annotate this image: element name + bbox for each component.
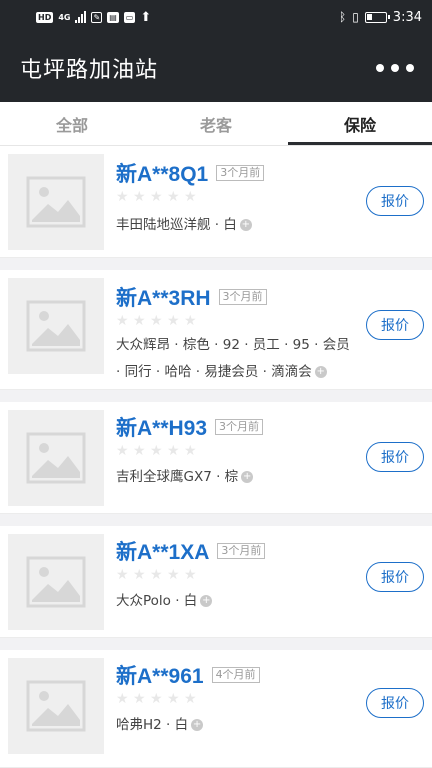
rating-stars: ★ ★ ★ ★ ★ <box>116 444 198 458</box>
star-icon: ★ <box>167 567 180 583</box>
quote-button[interactable]: 报价 <box>366 442 424 472</box>
star-icon: ★ <box>184 313 197 329</box>
rating-stars: ★ ★ ★ ★ ★ <box>116 568 198 582</box>
vehicle-desc: 哈弗H2 · 白 + <box>116 712 356 739</box>
notification-icon: ▤ <box>107 11 119 23</box>
vehicle-desc-text: 大众Polo · 白 <box>116 593 198 609</box>
vehicle-desc: 吉利全球鹰GX7 · 棕 + <box>116 464 356 491</box>
image-placeholder-icon <box>8 154 104 250</box>
vehicle-desc: 丰田陆地巡洋舰 · 白 + <box>116 212 356 239</box>
tab-returning-customers[interactable]: 老客 <box>144 102 288 145</box>
star-icon: ★ <box>184 443 197 459</box>
signal-icon <box>75 11 87 23</box>
list-item[interactable]: 新A**961 4个月前 ★ ★ ★ ★ ★ 哈弗H2 · 白 + 报价 <box>0 650 432 768</box>
quote-button[interactable]: 报价 <box>366 310 424 340</box>
quote-button[interactable]: 报价 <box>366 562 424 592</box>
status-time: 3:34 <box>392 9 422 25</box>
rating-stars: ★ ★ ★ ★ ★ <box>116 190 198 204</box>
plate-row: 新A**H93 3个月前 <box>116 412 264 442</box>
star-icon: ★ <box>116 567 129 583</box>
star-icon: ★ <box>116 313 129 329</box>
plus-icon[interactable]: + <box>191 719 204 731</box>
vehicle-desc: 大众辉昂 · 棕色 · 92 · 员工 · 95 · 会员 · 同行 · 哈哈 … <box>116 332 356 386</box>
vpn-icon: ▭ <box>123 11 136 23</box>
tab-bar: 全部 老客 保险 <box>0 102 432 146</box>
star-icon: ★ <box>116 691 129 707</box>
hd-badge: HD <box>36 11 54 23</box>
plate-number: 新A**3RH <box>116 287 211 310</box>
image-placeholder-icon <box>8 278 104 374</box>
star-icon: ★ <box>133 567 146 583</box>
plate-number: 新A**1XA <box>116 541 210 564</box>
star-icon: ★ <box>133 189 146 205</box>
plus-icon[interactable]: + <box>241 471 254 483</box>
star-icon: ★ <box>150 443 163 459</box>
quote-button[interactable]: 报价 <box>366 186 424 216</box>
list-item[interactable]: 新A**H93 3个月前 ★ ★ ★ ★ ★ 吉利全球鹰GX7 · 棕 + 报价 <box>0 402 432 514</box>
plate-number: 新A**H93 <box>116 417 208 440</box>
tab-all[interactable]: 全部 <box>0 102 144 145</box>
star-icon: ★ <box>150 313 163 329</box>
plate-row: 新A**8Q1 3个月前 <box>116 158 265 188</box>
status-right: ᛒ ▯ 3:34 <box>339 10 422 25</box>
quote-button[interactable]: 报价 <box>366 688 424 718</box>
star-icon: ★ <box>133 691 146 707</box>
star-icon: ★ <box>184 189 197 205</box>
star-icon: ★ <box>116 189 129 205</box>
vehicle-desc-text: 丰田陆地巡洋舰 · 白 <box>116 217 237 233</box>
more-dots-icon[interactable] <box>376 64 414 72</box>
star-icon: ★ <box>167 313 180 329</box>
list-item[interactable]: 新A**8Q1 3个月前 ★ ★ ★ ★ ★ 丰田陆地巡洋舰 · 白 + 报价 <box>0 146 432 258</box>
tab-insurance[interactable]: 保险 <box>288 102 432 145</box>
page-title: 屯坪路加油站 <box>20 58 159 83</box>
network-badge: 4G <box>58 12 71 22</box>
image-placeholder-icon <box>8 658 104 754</box>
time-tag: 4个月前 <box>211 667 260 683</box>
star-icon: ★ <box>133 313 146 329</box>
star-icon: ★ <box>167 691 180 707</box>
star-icon: ★ <box>184 567 197 583</box>
star-icon: ★ <box>150 189 163 205</box>
star-icon: ★ <box>116 443 129 459</box>
list-item[interactable]: 新A**1XA 3个月前 ★ ★ ★ ★ ★ 大众Polo · 白 + 报价 <box>0 526 432 638</box>
star-icon: ★ <box>167 443 180 459</box>
battery-icon <box>364 11 390 23</box>
star-icon: ★ <box>167 189 180 205</box>
vehicle-desc-text: 哈弗H2 · 白 <box>116 717 189 733</box>
status-left: HD 4G ✎ ▤ ▭ ⬆ <box>36 10 151 25</box>
rating-stars: ★ ★ ★ ★ ★ <box>116 314 198 328</box>
time-tag: 3个月前 <box>215 419 264 435</box>
title-bar: 屯坪路加油站 <box>0 34 432 102</box>
star-icon: ★ <box>184 691 197 707</box>
time-tag: 3个月前 <box>218 289 267 305</box>
plate-number: 新A**961 <box>116 665 204 688</box>
plate-row: 新A**961 4个月前 <box>116 660 260 690</box>
plate-row: 新A**3RH 3个月前 <box>116 282 267 312</box>
plus-icon[interactable]: + <box>200 595 213 607</box>
rating-stars: ★ ★ ★ ★ ★ <box>116 692 198 706</box>
time-tag: 3个月前 <box>216 165 265 181</box>
star-icon: ★ <box>150 567 163 583</box>
vibrate-icon: ▯ <box>352 10 359 24</box>
plus-icon[interactable]: + <box>314 366 327 378</box>
star-icon: ★ <box>133 443 146 459</box>
status-bar: HD 4G ✎ ▤ ▭ ⬆ ᛒ ▯ 3:34 <box>0 0 432 34</box>
vehicle-desc-text: 吉利全球鹰GX7 · 棕 <box>116 469 239 485</box>
time-tag: 3个月前 <box>217 543 266 559</box>
plus-icon[interactable]: + <box>239 219 252 231</box>
edit-icon: ✎ <box>91 11 103 23</box>
image-placeholder-icon <box>8 534 104 630</box>
upload-icon: ⬆ <box>140 9 152 25</box>
plate-number: 新A**8Q1 <box>116 163 209 186</box>
plate-row: 新A**1XA 3个月前 <box>116 536 266 566</box>
list-item[interactable]: 新A**3RH 3个月前 ★ ★ ★ ★ ★ 大众辉昂 · 棕色 · 92 · 员工 ·… <box>0 270 432 390</box>
vehicle-desc: 大众Polo · 白 + <box>116 588 356 615</box>
star-icon: ★ <box>150 691 163 707</box>
image-placeholder-icon <box>8 410 104 506</box>
bluetooth-icon: ᛒ <box>338 10 347 24</box>
